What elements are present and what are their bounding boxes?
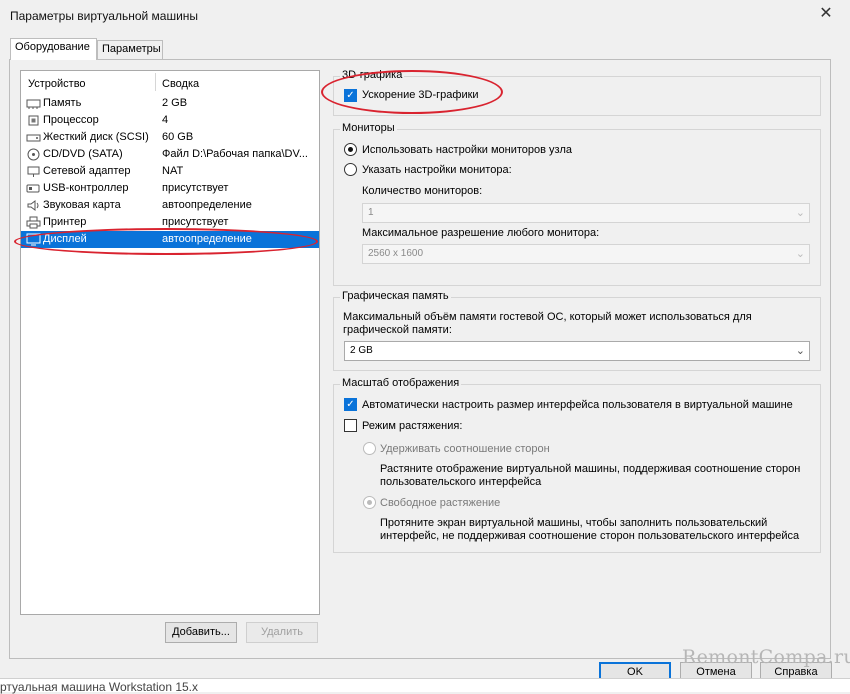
device-summary: 4 bbox=[162, 114, 169, 126]
monitor-count-value: 1 bbox=[368, 207, 374, 218]
use-host-monitors-radio[interactable] bbox=[344, 143, 357, 156]
device-name: USB-контроллер bbox=[43, 182, 129, 194]
device-name: Жесткий диск (SCSI) bbox=[43, 131, 149, 143]
use-host-monitors-label[interactable]: Использовать настройки мониторов узла bbox=[362, 144, 572, 156]
device-row-memory[interactable]: Память 2 GB bbox=[21, 95, 319, 112]
device-list: Устройство Сводка Память 2 GB Процессор 4 Же… bbox=[20, 70, 320, 615]
tab-options[interactable]: Параметры bbox=[97, 40, 163, 59]
device-name: Процессор bbox=[43, 114, 99, 126]
group-graphics-memory: Графическая память Максимальный объём па… bbox=[333, 290, 821, 371]
graphics-memory-value: 2 GB bbox=[350, 345, 373, 356]
add-device-button[interactable]: Добавить... bbox=[165, 622, 237, 643]
device-name: Принтер bbox=[43, 216, 87, 228]
device-row-usb[interactable]: USB-контроллер присутствует bbox=[21, 180, 319, 197]
chevron-down-icon: ⌄ bbox=[795, 248, 805, 260]
background-window-strip: ртуальная машина Workstation 15.x bbox=[0, 678, 850, 694]
usb-icon bbox=[26, 182, 41, 195]
device-summary: автоопределение bbox=[162, 233, 252, 245]
memory-icon bbox=[26, 97, 41, 110]
graphics-memory-select[interactable]: 2 GB ⌄ bbox=[344, 341, 810, 361]
close-icon[interactable]: ✕ bbox=[818, 6, 834, 22]
network-adapter-icon bbox=[26, 165, 41, 178]
group-graphics-memory-title: Графическая память bbox=[340, 290, 451, 302]
remove-device-button[interactable]: Удалить bbox=[246, 622, 318, 643]
printer-icon bbox=[26, 216, 41, 229]
accel-3d-label[interactable]: Ускорение 3D-графики bbox=[362, 89, 479, 101]
group-monitors: Мониторы Использовать настройки мониторо… bbox=[333, 122, 821, 286]
device-summary: Файл D:\Рабочая папка\DV... bbox=[162, 148, 308, 160]
display-icon bbox=[26, 233, 41, 246]
graphics-memory-description: Максимальный объём памяти гостевой ОС, к… bbox=[343, 311, 752, 336]
device-row-display[interactable]: Дисплей автоопределение bbox=[21, 231, 319, 248]
keep-aspect-label[interactable]: Удерживать соотношение сторон bbox=[380, 443, 550, 455]
max-resolution-label: Максимальное разрешение любого монитора: bbox=[362, 227, 600, 239]
auto-scale-checkbox[interactable]: ✓ bbox=[344, 398, 357, 411]
hard-disk-icon bbox=[26, 131, 41, 144]
monitor-count-select[interactable]: 1 ⌄ bbox=[362, 203, 810, 223]
device-name: Звуковая карта bbox=[43, 199, 121, 211]
cpu-icon bbox=[26, 114, 41, 127]
specify-monitors-radio[interactable] bbox=[344, 163, 357, 176]
device-row-cpu[interactable]: Процессор 4 bbox=[21, 112, 319, 129]
free-stretch-radio[interactable] bbox=[363, 496, 376, 509]
max-resolution-select[interactable]: 2560 x 1600 ⌄ bbox=[362, 244, 810, 264]
device-row-printer[interactable]: Принтер присутствует bbox=[21, 214, 319, 231]
column-header-device[interactable]: Устройство bbox=[28, 78, 86, 90]
device-summary: автоопределение bbox=[162, 199, 252, 211]
stretch-mode-checkbox[interactable] bbox=[344, 419, 357, 432]
device-name: Память bbox=[43, 97, 82, 109]
group-display-scaling: Масштаб отображения ✓ Автоматически наст… bbox=[333, 377, 821, 553]
group-3d-graphics-title: 3D-графика bbox=[340, 69, 405, 81]
keep-aspect-radio[interactable] bbox=[363, 442, 376, 455]
group-3d-graphics: 3D-графика ✓ Ускорение 3D-графики bbox=[333, 69, 821, 116]
cd-dvd-icon bbox=[26, 148, 41, 161]
monitor-count-label: Количество мониторов: bbox=[362, 185, 483, 197]
keep-aspect-description: Растяните отображение виртуальной машины… bbox=[380, 463, 801, 488]
list-header: Устройство Сводка bbox=[21, 71, 319, 95]
device-row-hard-disk[interactable]: Жесткий диск (SCSI) 60 GB bbox=[21, 129, 319, 146]
accel-3d-checkbox[interactable]: ✓ bbox=[344, 89, 357, 102]
free-stretch-label[interactable]: Свободное растяжение bbox=[380, 497, 500, 509]
auto-scale-label[interactable]: Автоматически настроить размер интерфейс… bbox=[362, 399, 793, 411]
device-row-network-adapter[interactable]: Сетевой адаптер NAT bbox=[21, 163, 319, 180]
device-summary: присутствует bbox=[162, 182, 229, 194]
device-name: Сетевой адаптер bbox=[43, 165, 131, 177]
device-summary: 2 GB bbox=[162, 97, 188, 109]
column-divider[interactable] bbox=[155, 73, 156, 91]
stretch-mode-label[interactable]: Режим растяжения: bbox=[362, 420, 462, 432]
tab-hardware[interactable]: Оборудование bbox=[10, 38, 97, 60]
device-name: CD/DVD (SATA) bbox=[43, 148, 123, 160]
device-summary: присутствует bbox=[162, 216, 229, 228]
max-resolution-value: 2560 x 1600 bbox=[368, 248, 424, 259]
chevron-down-icon: ⌄ bbox=[795, 207, 805, 219]
specify-monitors-label[interactable]: Указать настройки монитора: bbox=[362, 164, 512, 176]
sound-card-icon bbox=[26, 199, 41, 212]
device-summary: NAT bbox=[162, 165, 184, 177]
device-row-sound-card[interactable]: Звуковая карта автоопределение bbox=[21, 197, 319, 214]
free-stretch-description: Протяните экран виртуальной машины, чтоб… bbox=[380, 517, 800, 542]
chevron-down-icon: ⌄ bbox=[795, 345, 805, 357]
group-monitors-title: Мониторы bbox=[340, 122, 397, 134]
watermark: RemontCompa.ru bbox=[682, 646, 850, 668]
window-title: Параметры виртуальной машины bbox=[10, 9, 199, 23]
group-display-scaling-title: Масштаб отображения bbox=[340, 377, 462, 389]
device-row-cd-dvd[interactable]: CD/DVD (SATA) Файл D:\Рабочая папка\DV... bbox=[21, 146, 319, 163]
device-name: Дисплей bbox=[43, 233, 87, 245]
device-summary: 60 GB bbox=[162, 131, 194, 143]
column-header-summary[interactable]: Сводка bbox=[162, 78, 199, 90]
